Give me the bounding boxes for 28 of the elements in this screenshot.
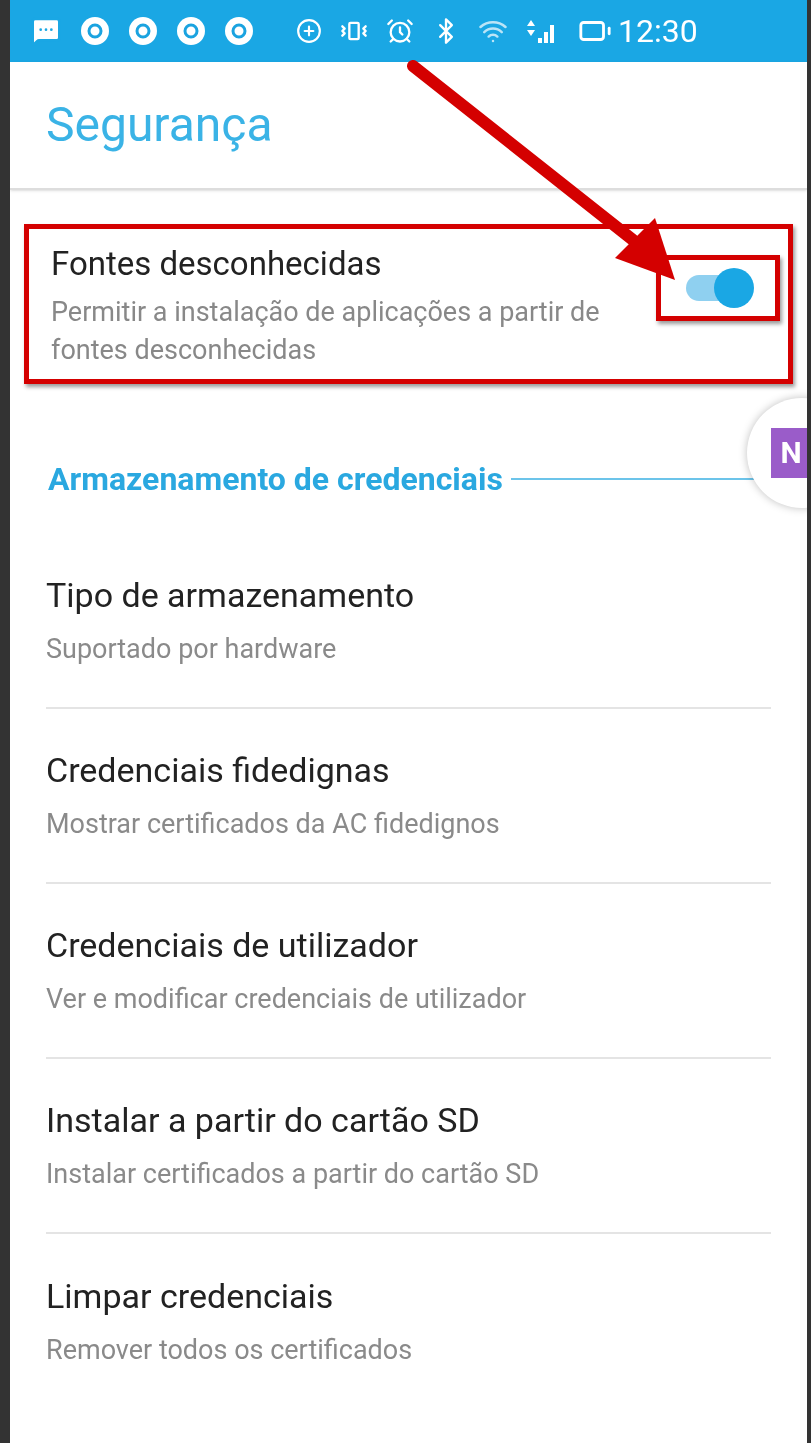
settings-item[interactable]: Limpar credenciais Remover todos os certificados — [46, 1233, 771, 1409]
page-title: Segurança — [46, 95, 273, 155]
item-title: Credenciais de utilizador — [46, 924, 419, 968]
item-title: Instalar a partir do cartão SD — [46, 1099, 481, 1143]
item-title: Credenciais fidedignas — [46, 749, 391, 793]
item-subtitle: Ver e modificar credenciais de utilizador — [46, 982, 528, 1018]
settings-item[interactable]: Credenciais de utilizador Ver e modificar credenciais de utilizador — [46, 883, 771, 1059]
settings-item[interactable]: Tipo de armazenamento Suportado por hardware — [46, 533, 771, 709]
settings-item[interactable]: Instalar a partir do cartão SD Instalar certificados a partir do cartão SD — [46, 1058, 771, 1234]
setting-description: Permitir a instalação de aplicações a partir de fontes desconhecidas — [51, 294, 601, 368]
browser-icon — [128, 16, 158, 46]
item-title: Tipo de armazenamento — [46, 574, 416, 618]
floating-bubble[interactable]: N — [747, 397, 807, 508]
item-subtitle: Suportado por hardware — [46, 632, 338, 668]
status-time: 12:30 — [618, 11, 698, 52]
section-header: Armazenamento de credenciais — [48, 458, 503, 500]
browser-icon — [224, 16, 254, 46]
alarm-icon — [386, 17, 414, 45]
browser-icon — [176, 16, 206, 46]
item-subtitle: Instalar certificados a partir do cartão SD — [46, 1157, 541, 1193]
settings-item[interactable]: Credenciais fidedignas Mostrar certificados da AC fidedignos — [46, 708, 771, 884]
app-logo: N — [771, 427, 807, 478]
item-title: Limpar credenciais — [46, 1275, 335, 1319]
plus-circle-icon — [296, 18, 322, 44]
setting-title: Fontes desconhecidas — [51, 243, 383, 285]
browser-icon — [80, 16, 110, 46]
item-subtitle: Mostrar certificados da AC fidedignos — [46, 807, 501, 843]
item-subtitle: Remover todos os certificados — [46, 1333, 414, 1369]
